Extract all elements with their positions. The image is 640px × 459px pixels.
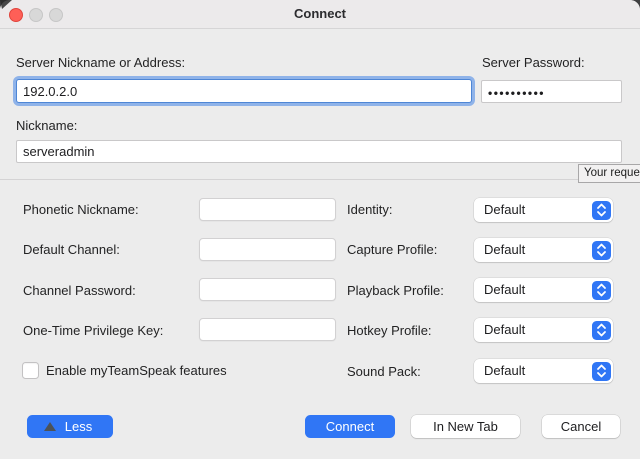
connect-button-label: Connect [326, 419, 374, 434]
tooltip: Your reque [578, 164, 640, 183]
sound-pack-label: Sound Pack: [347, 364, 421, 379]
nickname-label: Nickname: [16, 118, 77, 133]
channel-password-label: Channel Password: [23, 283, 136, 298]
cancel-button[interactable]: Cancel [542, 415, 620, 438]
identity-value: Default [484, 202, 525, 217]
capture-profile-dropdown[interactable]: Default [474, 238, 613, 262]
window-title: Connect [0, 6, 640, 21]
server-password-label: Server Password: [482, 55, 585, 70]
server-password-input[interactable] [481, 80, 622, 103]
default-channel-input[interactable] [199, 238, 336, 261]
default-channel-label: Default Channel: [23, 242, 120, 257]
hotkey-profile-dropdown[interactable]: Default [474, 318, 613, 342]
collapse-arrow-icon [44, 422, 56, 431]
sound-pack-value: Default [484, 363, 525, 378]
nickname-input[interactable] [16, 140, 622, 163]
cancel-button-label: Cancel [561, 419, 601, 434]
server-address-input[interactable] [16, 79, 472, 103]
capture-profile-label: Capture Profile: [347, 242, 437, 257]
stepper-icon [592, 281, 611, 300]
playback-profile-dropdown[interactable]: Default [474, 278, 613, 302]
myteamspeak-checkbox[interactable] [22, 362, 39, 379]
phonetic-nickname-input[interactable] [199, 198, 336, 221]
identity-dropdown[interactable]: Default [474, 198, 613, 222]
separator [0, 179, 640, 180]
hotkey-profile-value: Default [484, 322, 525, 337]
server-address-label: Server Nickname or Address: [16, 55, 185, 70]
less-button[interactable]: Less [27, 415, 113, 438]
capture-profile-value: Default [484, 242, 525, 257]
stepper-icon [592, 241, 611, 260]
playback-profile-value: Default [484, 282, 525, 297]
privilege-key-label: One-Time Privilege Key: [23, 323, 163, 338]
in-new-tab-button-label: In New Tab [433, 419, 498, 434]
playback-profile-label: Playback Profile: [347, 283, 444, 298]
stepper-icon [592, 362, 611, 381]
channel-password-input[interactable] [199, 278, 336, 301]
sound-pack-dropdown[interactable]: Default [474, 359, 613, 383]
less-button-label: Less [65, 419, 92, 434]
hotkey-profile-label: Hotkey Profile: [347, 323, 432, 338]
connect-dialog: Connect Server Nickname or Address: Serv… [0, 0, 640, 459]
cursor-artifact [0, 0, 12, 10]
privilege-key-input[interactable] [199, 318, 336, 341]
in-new-tab-button[interactable]: In New Tab [411, 415, 520, 438]
identity-label: Identity: [347, 202, 393, 217]
stepper-icon [592, 201, 611, 220]
connect-button[interactable]: Connect [305, 415, 395, 438]
stepper-icon [592, 321, 611, 340]
phonetic-nickname-label: Phonetic Nickname: [23, 202, 139, 217]
myteamspeak-checkbox-label: Enable myTeamSpeak features [46, 363, 227, 378]
title-bar: Connect [0, 0, 640, 29]
